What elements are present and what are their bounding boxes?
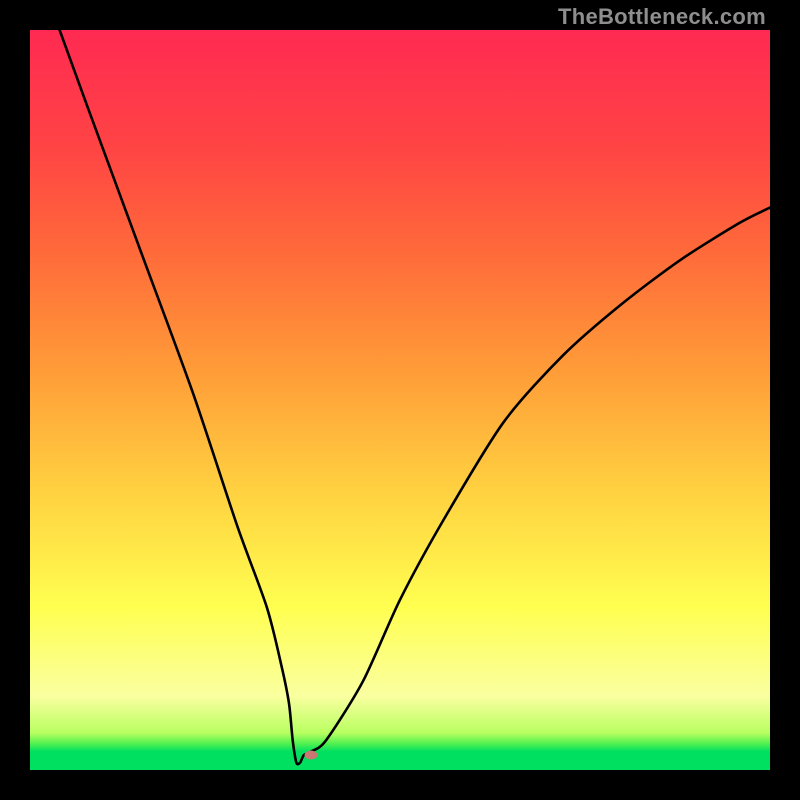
plot-area bbox=[30, 30, 770, 770]
watermark-text: TheBottleneck.com bbox=[558, 4, 766, 30]
bottleneck-curve bbox=[30, 30, 770, 770]
chart-frame: TheBottleneck.com bbox=[0, 0, 800, 800]
optimum-marker bbox=[305, 751, 318, 760]
